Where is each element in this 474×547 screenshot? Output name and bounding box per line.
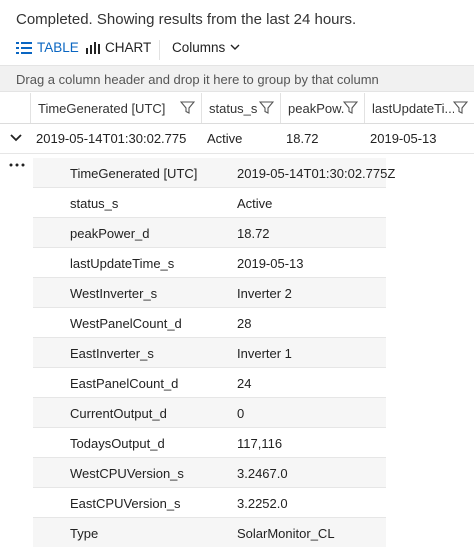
detail-key: WestPanelCount_d: [70, 316, 182, 331]
detail-row-currentoutput: CurrentOutput_d 0: [33, 398, 386, 428]
detail-row-eastpanelcount: EastPanelCount_d 24: [33, 368, 386, 398]
chevron-down-icon[interactable]: [8, 130, 24, 146]
detail-key: TodaysOutput_d: [70, 436, 165, 451]
detail-row-todaysoutput: TodaysOutput_d 117,116: [33, 428, 386, 458]
column-header-label: status_s: [209, 101, 257, 116]
column-header-label: TimeGenerated [UTC]: [38, 101, 166, 116]
detail-row-lastupdatetime: lastUpdateTime_s 2019-05-13: [33, 248, 386, 278]
detail-key: EastCPUVersion_s: [70, 496, 181, 511]
column-header-label: peakPow...: [288, 101, 344, 116]
funnel-filter-icon[interactable]: [180, 100, 195, 115]
detail-key: EastPanelCount_d: [70, 376, 179, 391]
detail-value: SolarMonitor_CL: [237, 526, 335, 541]
detail-value: 2019-05-14T01:30:02.775Z: [237, 166, 396, 181]
detail-value: Active: [237, 196, 273, 211]
detail-value: 3.2252.0: [237, 496, 288, 511]
table-row[interactable]: 2019-05-14T01:30:02.775 Active 18.72 201…: [0, 124, 474, 154]
status-message: Completed. Showing results from the last…: [16, 11, 357, 28]
detail-value: 2019-05-13: [237, 256, 304, 271]
detail-value: 117,116: [237, 436, 283, 451]
cell-lastupdatetime: 2019-05-13: [370, 131, 437, 146]
detail-row-status: status_s Active: [33, 188, 386, 218]
detail-value: 18.72: [237, 226, 270, 241]
chart-view-label: CHART: [105, 40, 152, 55]
table-view-button[interactable]: TABLE: [16, 40, 79, 55]
columns-label: Columns: [172, 40, 226, 55]
column-header-status[interactable]: status_s: [201, 93, 280, 123]
detail-row-eastinverter: EastInverter_s Inverter 1: [33, 338, 386, 368]
column-header-timegenerated[interactable]: TimeGenerated [UTC]: [30, 93, 201, 123]
detail-row-westinverter: WestInverter_s Inverter 2: [33, 278, 386, 308]
chart-view-button[interactable]: CHART: [86, 40, 151, 55]
detail-value: Inverter 2: [237, 286, 292, 301]
columns-dropdown[interactable]: Columns: [172, 40, 240, 55]
detail-row-peakpower: peakPower_d 18.72: [33, 218, 386, 248]
detail-key: EastInverter_s: [70, 346, 154, 361]
row-detail-panel: TimeGenerated [UTC] 2019-05-14T01:30:02.7…: [33, 158, 395, 547]
column-header-peakpower[interactable]: peakPow...: [280, 93, 364, 123]
detail-key: TimeGenerated [UTC]: [70, 166, 198, 181]
toolbar-divider: [159, 40, 160, 60]
detail-key: peakPower_d: [70, 226, 150, 241]
detail-value: 0: [237, 406, 245, 421]
funnel-filter-icon[interactable]: [343, 100, 358, 115]
table-list-icon: [16, 41, 32, 54]
detail-row-eastcpuversion: EastCPUVersion_s 3.2252.0: [33, 488, 386, 518]
detail-key: WestInverter_s: [70, 286, 158, 301]
cell-timegenerated: 2019-05-14T01:30:02.775: [36, 131, 187, 146]
detail-row-westpanelcount: WestPanelCount_d 28: [33, 308, 386, 338]
detail-key: status_s: [70, 196, 119, 211]
column-header-label: lastUpdateTi...: [372, 101, 454, 116]
detail-key: CurrentOutput_d: [70, 406, 167, 421]
detail-value: 28: [237, 316, 252, 331]
table-header-row: TimeGenerated [UTC] status_s peakPow... …: [0, 93, 474, 124]
detail-row-timegenerated: TimeGenerated [UTC] 2019-05-14T01:30:02.7…: [33, 158, 395, 188]
results-toolbar: TABLE CHART Columns: [0, 38, 474, 62]
cell-status: Active: [207, 131, 243, 146]
detail-value: 3.2467.0: [237, 466, 288, 481]
ellipsis-icon[interactable]: [8, 160, 26, 170]
group-by-hint: Drag a column header and drop it here to…: [16, 72, 379, 87]
column-header-lastupdatetime[interactable]: lastUpdateTi...: [364, 93, 474, 123]
group-by-drop-zone[interactable]: Drag a column header and drop it here to…: [0, 65, 474, 92]
chevron-down-icon: [230, 44, 240, 50]
detail-row-westcpuversion: WestCPUVersion_s 3.2467.0: [33, 458, 386, 488]
cell-peakpower: 18.72: [286, 131, 319, 146]
bar-chart-icon: [86, 42, 100, 54]
funnel-filter-icon[interactable]: [259, 100, 274, 115]
detail-key: lastUpdateTime_s: [70, 256, 175, 271]
table-view-label: TABLE: [37, 40, 79, 55]
detail-key: Type: [70, 526, 99, 541]
detail-value: 24: [237, 376, 252, 391]
detail-value: Inverter 1: [237, 346, 292, 361]
detail-key: WestCPUVersion_s: [70, 466, 184, 481]
funnel-filter-icon[interactable]: [453, 100, 468, 115]
detail-row-type: Type SolarMonitor_CL: [33, 518, 386, 547]
